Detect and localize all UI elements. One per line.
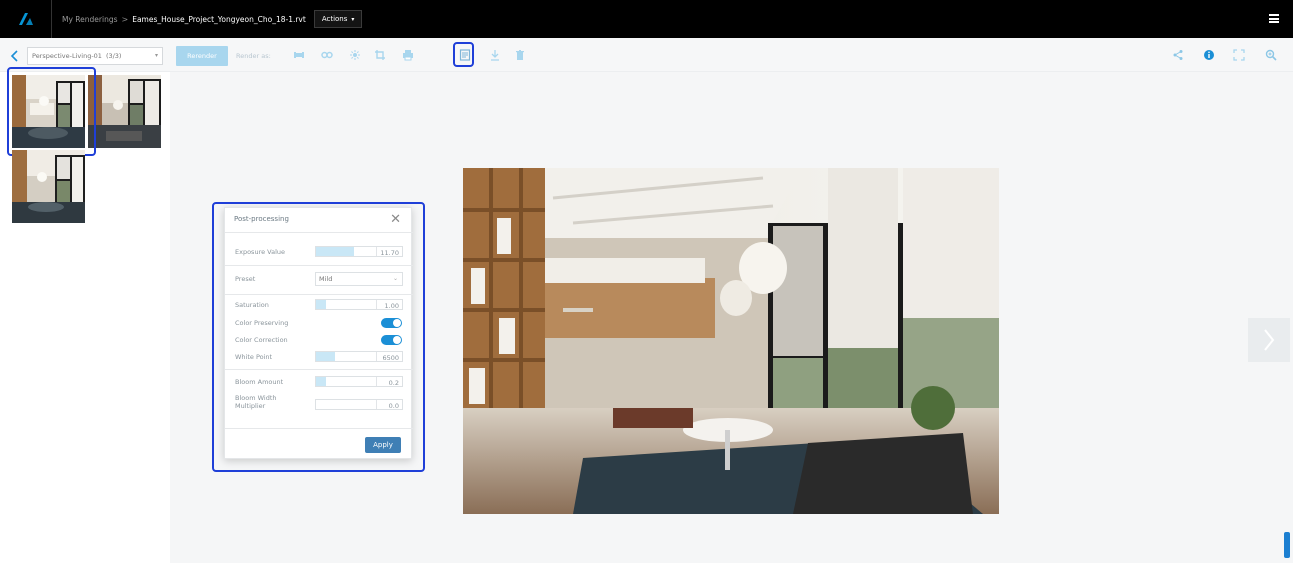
actions-button[interactable]: Actions ▾	[313, 10, 363, 28]
render-as-label: Render as:	[236, 52, 271, 60]
rendering-image	[463, 168, 999, 514]
rerender-button[interactable]: Rerender	[176, 46, 228, 66]
share-icon[interactable]	[1172, 49, 1184, 61]
scroll-indicator[interactable]	[1284, 532, 1290, 558]
back-chevron-icon[interactable]	[10, 50, 20, 62]
toolbar: Perspective-Living-01 (3/3) ▾ Rerender R…	[0, 38, 1293, 72]
breadcrumb-separator: >	[121, 14, 129, 24]
view-select[interactable]: Perspective-Living-01 (3/3) ▾	[27, 47, 163, 65]
trash-icon[interactable]	[514, 49, 526, 61]
chevron-down-icon: ▾	[154, 52, 158, 59]
breadcrumb-my-renderings[interactable]: My Renderings	[62, 15, 118, 24]
crop-icon[interactable]	[374, 49, 386, 61]
stereo-icon[interactable]	[321, 49, 333, 61]
info-icon[interactable]	[1203, 49, 1215, 61]
zoom-icon[interactable]	[1265, 49, 1277, 61]
view-count: (3/3)	[105, 52, 122, 60]
selected-thumbnail-highlight	[7, 67, 96, 156]
autodesk-logo-icon[interactable]	[0, 0, 52, 38]
caret-down-icon: ▾	[351, 15, 355, 23]
top-bar: My Renderings > Eames_House_Project_Yong…	[0, 0, 1293, 38]
download-icon[interactable]	[489, 49, 501, 61]
sun-icon[interactable]	[349, 49, 361, 61]
panorama-icon[interactable]	[293, 49, 305, 61]
thumbnail-3[interactable]	[12, 150, 85, 223]
breadcrumb-file-name: Eames_House_Project_Yongyeon_Cho_18-1.rv…	[132, 14, 306, 24]
chevron-right-icon	[1264, 329, 1275, 351]
next-image-button[interactable]	[1248, 318, 1290, 362]
print-icon[interactable]	[402, 49, 414, 61]
hamburger-menu-icon[interactable]	[1269, 14, 1279, 23]
post-processing-highlight	[453, 42, 474, 67]
thumbnail-2[interactable]	[88, 75, 161, 148]
actions-label: Actions	[321, 15, 348, 23]
post-processing-panel-highlight	[212, 202, 425, 472]
thumbnail-panel	[0, 67, 170, 563]
fullscreen-icon[interactable]	[1233, 49, 1245, 61]
view-select-value: Perspective-Living-01	[32, 52, 102, 60]
